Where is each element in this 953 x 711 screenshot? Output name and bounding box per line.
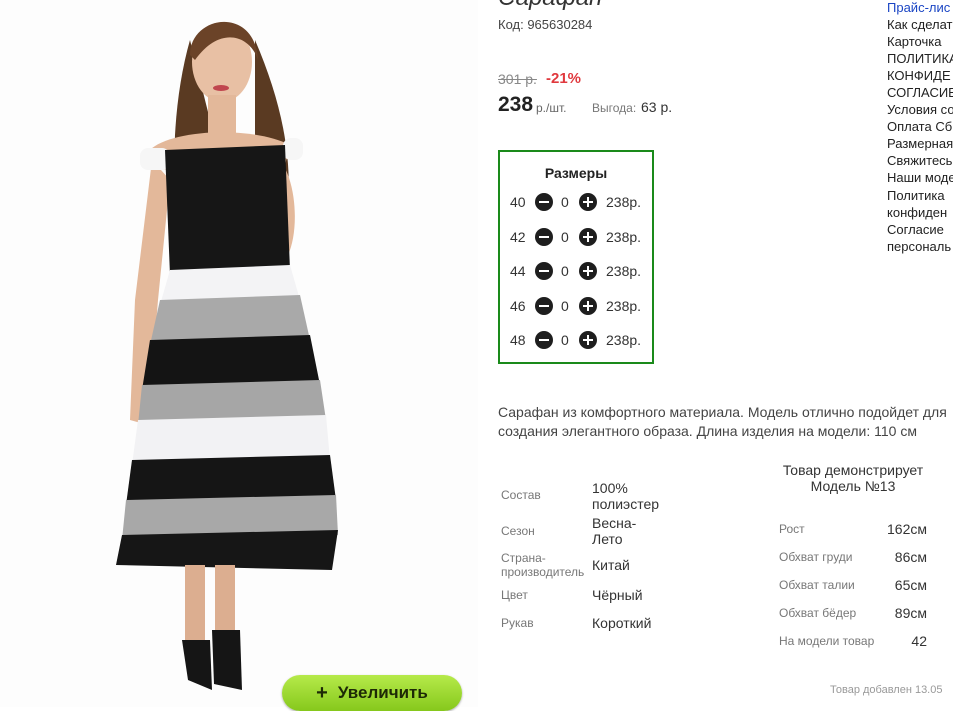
size-value: 46 [510,298,526,314]
plus-icon[interactable] [579,228,597,246]
size-row: 46 0 238р. [500,296,652,318]
attribute-label: Сезон [501,524,535,538]
model-dress-image [116,21,338,690]
product-title: Сарафан [498,0,602,12]
measurement-value: 162см [887,521,927,537]
measurement-label: Обхват груди [779,550,853,564]
plus-icon[interactable] [579,297,597,315]
sidebar-link[interactable]: Как сделат [887,17,952,32]
attribute-label: Состав [501,488,541,502]
attribute-value: Короткий [592,615,652,631]
sidebar-link[interactable]: конфиден [887,205,947,220]
sidebar-link[interactable]: персональ [887,239,951,254]
benefit-value: 63 р. [641,99,673,115]
plus-icon[interactable] [579,331,597,349]
sizes-box: Размеры 40 0 238р. 42 0 238р. 44 0 238р.… [498,150,654,364]
sidebar-link[interactable]: Согласие [887,222,944,237]
model-heading: Товар демонстрирует Модель №13 [782,462,924,494]
size-price: 238р. [606,263,642,279]
size-price: 238р. [606,194,642,210]
sidebar-link[interactable]: Свяжитесь [887,153,952,168]
size-value: 48 [510,332,526,348]
measurement-value: 65см [894,577,927,593]
measurement-label: Обхват бёдер [779,606,857,620]
sidebar-link[interactable]: СОГЛАСИЕ [887,85,953,100]
size-row: 44 0 238р. [500,261,652,283]
attribute-label: Страна-производитель [501,551,585,579]
minus-icon[interactable] [535,262,553,280]
sidebar-link[interactable]: Размерная [887,136,953,151]
zoom-button[interactable]: + Увеличить [282,675,462,711]
price-unit: р./шт. [536,101,567,115]
quantity-value: 0 [561,194,569,210]
product-code: Код: 965630284 [498,17,593,32]
product-description: Сарафан из комфортного материала. Модель… [498,403,953,441]
measurement-label: Рост [779,522,805,536]
quantity-value: 0 [561,298,569,314]
added-date: Товар добавлен 13.05 [830,684,943,696]
size-value: 40 [510,194,526,210]
sidebar-link[interactable]: Наши моде [887,170,953,185]
minus-icon[interactable] [535,331,553,349]
sidebar-link[interactable]: Политика [887,188,945,203]
quantity-value: 0 [561,332,569,348]
size-value: 44 [510,263,526,279]
size-row: 40 0 238р. [500,192,652,214]
measurement-value: 89см [894,605,927,621]
old-price: 301 р. [498,71,537,87]
discount-badge: -21% [546,70,582,87]
sidebar-link[interactable]: Оплата Сб [887,119,952,134]
sidebar-link[interactable]: Прайс-лис [887,0,950,15]
sizes-title: Размеры [544,165,608,181]
measurement-value: 86см [894,549,927,565]
description-line: создания элегантного образа. Длина издел… [498,423,917,439]
attribute-value: Весна-Лето [592,515,637,547]
size-value: 42 [510,229,526,245]
quantity-value: 0 [561,229,569,245]
current-price: 238 [498,93,534,116]
attribute-value: 100% полиэстер [592,480,660,512]
measurement-value: 42 [911,633,927,649]
plus-icon[interactable] [579,193,597,211]
minus-icon[interactable] [535,193,553,211]
measurement-label: На модели товар [779,634,875,648]
minus-icon[interactable] [535,228,553,246]
attribute-value: Чёрный [592,587,643,603]
size-price: 238р. [606,332,642,348]
attribute-value: Китай [592,557,630,573]
quantity-value: 0 [561,263,569,279]
sidebar-link[interactable]: Условия со [887,102,953,117]
sidebar-link[interactable]: ПОЛИТИКА [887,51,953,66]
attribute-label: Рукав [501,616,534,630]
description-line: Сарафан из комфортного материала. Модель… [498,404,947,420]
minus-icon[interactable] [535,297,553,315]
benefit-label: Выгода: [592,101,637,115]
attribute-label: Цвет [501,588,528,602]
size-price: 238р. [606,229,642,245]
size-price: 238р. [606,298,642,314]
measurement-label: Обхват талии [779,578,855,592]
sidebar-link[interactable]: Карточка [887,34,941,49]
plus-icon[interactable] [579,262,597,280]
size-row: 42 0 238р. [500,227,652,249]
plus-icon: + [316,682,328,704]
product-photo[interactable] [0,0,478,707]
zoom-button-label: Увеличить [337,683,428,702]
sidebar-link[interactable]: КОНФИДЕ [887,68,951,83]
size-row: 48 0 238р. [500,330,652,352]
